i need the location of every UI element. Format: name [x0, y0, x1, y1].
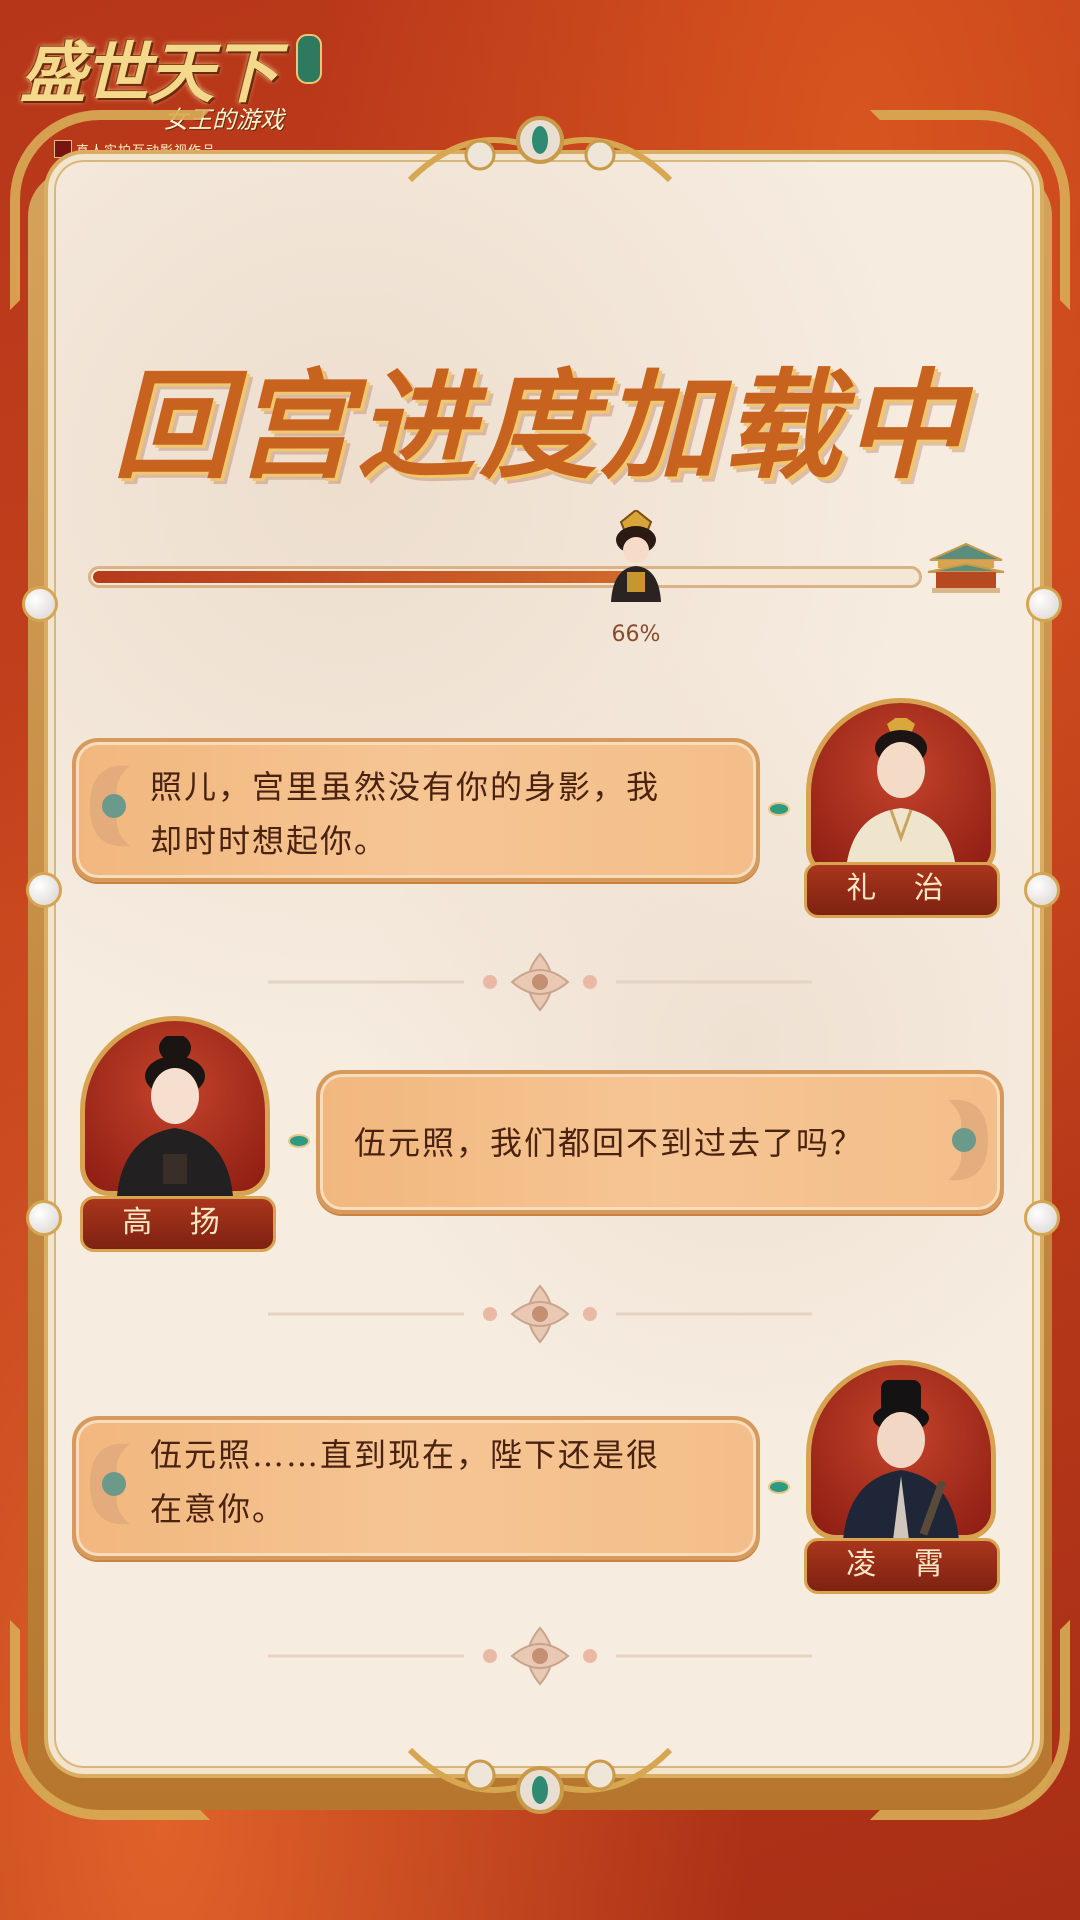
- bottom-crest-icon: [407, 1747, 673, 1814]
- pearl-ornament-icon: [1026, 586, 1062, 622]
- corner-ornament-icon: [870, 110, 1070, 310]
- logo-badge-icon: [296, 34, 322, 84]
- cloud-ornament-icon: [90, 765, 130, 847]
- pearl-ornament-icon: [26, 1200, 62, 1236]
- pearl-ornament-icon: [1024, 1200, 1060, 1236]
- pearl-ornament-icon: [26, 872, 62, 908]
- pearl-ornament-icon: [1024, 872, 1060, 908]
- corner-ornament-icon: [10, 110, 210, 310]
- page-title: 回宫进度加载中: [112, 356, 967, 495]
- character-portrait-icon: [117, 1036, 233, 1196]
- character-portrait-icon: [845, 718, 957, 878]
- avatar: [80, 1006, 270, 1196]
- progress-percent: 66%: [611, 622, 661, 647]
- speaker-nameplate: 礼 治: [804, 862, 1000, 918]
- cloud-ornament-icon: [90, 1443, 130, 1525]
- flower-ornament-icon: [268, 952, 812, 1012]
- dialogue-text: 照儿，宫里虽然没有你的身影，我 却时时想起你。: [150, 768, 661, 860]
- connector-gem-icon: [768, 1480, 790, 1494]
- dialogue-text: 伍元照，我们都回不到过去了吗？: [354, 1124, 865, 1162]
- corner-ornament-icon: [10, 1620, 210, 1820]
- progress-fill: [93, 571, 637, 583]
- cloud-ornament-icon: [948, 1099, 988, 1181]
- top-crest-icon: [407, 116, 673, 183]
- pearl-ornament-icon: [22, 586, 58, 622]
- flower-ornament-icon: [268, 1284, 812, 1344]
- flower-ornament-icon: [268, 1626, 812, 1686]
- speaker-nameplate: 高 扬: [80, 1196, 276, 1252]
- empress-avatar-icon: [611, 510, 661, 602]
- palace-icon: [927, 542, 1005, 593]
- progress-bar: [88, 566, 922, 588]
- corner-ornament-icon: [870, 1620, 1070, 1820]
- connector-gem-icon: [288, 1134, 310, 1148]
- avatar: [806, 1350, 996, 1540]
- avatar: [806, 688, 996, 878]
- connector-gem-icon: [768, 802, 790, 816]
- character-portrait-icon: [843, 1380, 959, 1540]
- dialogue-text: 伍元照……直到现在，陛下还是很 在意你。: [150, 1436, 661, 1528]
- speaker-nameplate: 凌 霄: [804, 1538, 1000, 1594]
